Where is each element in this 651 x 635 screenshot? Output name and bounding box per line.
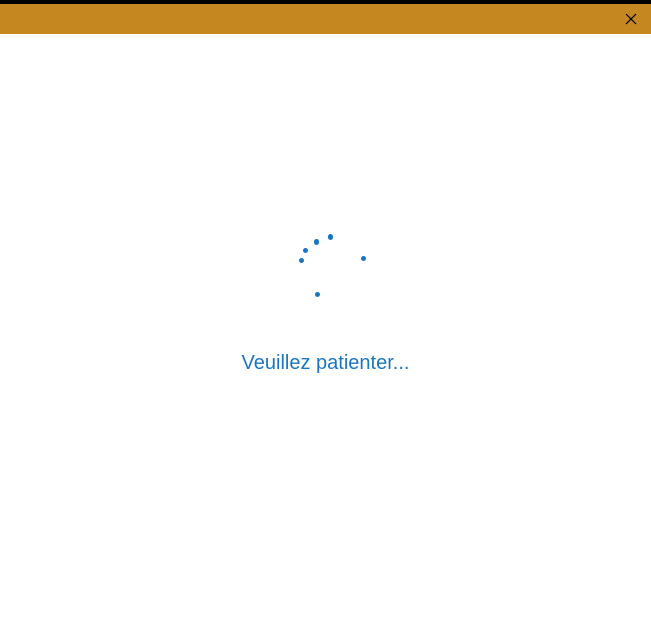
close-button[interactable] bbox=[611, 4, 651, 34]
title-bar bbox=[0, 4, 651, 34]
loading-message: Veuillez patienter... bbox=[242, 352, 410, 375]
loading-spinner-icon bbox=[281, 234, 371, 324]
content-area: Veuillez patienter... bbox=[0, 34, 651, 635]
close-icon bbox=[625, 13, 637, 25]
